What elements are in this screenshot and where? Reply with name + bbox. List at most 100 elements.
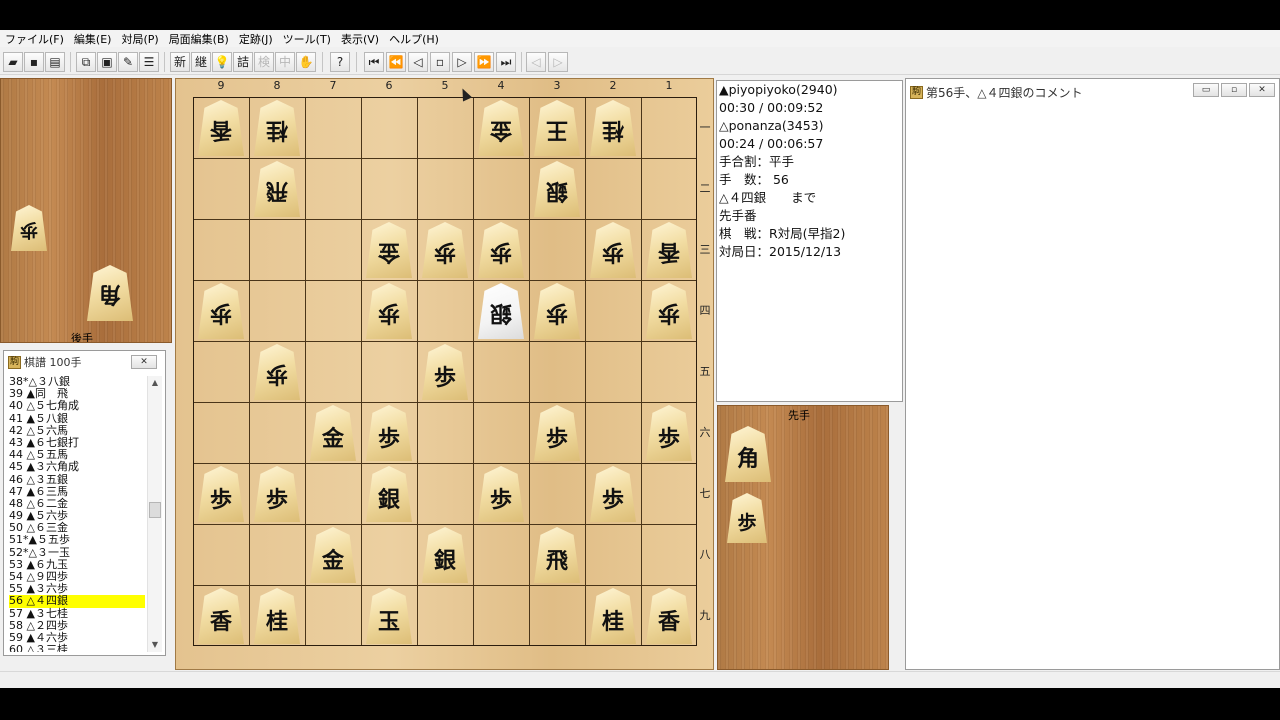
- sente-piece[interactable]: 桂: [590, 588, 636, 644]
- sente-piece[interactable]: 桂: [254, 588, 300, 644]
- comment-close-button[interactable]: ✕: [1249, 83, 1275, 97]
- menu-help[interactable]: ヘルプ(H): [384, 31, 444, 47]
- sente-hand-bishop[interactable]: 角: [725, 426, 771, 482]
- list-icon[interactable]: ☰: [139, 52, 159, 72]
- gote-piece[interactable]: 飛: [254, 161, 300, 217]
- gote-piece[interactable]: 桂: [590, 100, 636, 156]
- comment-text-area[interactable]: [906, 105, 1279, 669]
- kifu-scrollbar[interactable]: ▲ ▼: [147, 376, 162, 652]
- kifu-move-row[interactable]: 52*△３一玉: [9, 546, 145, 559]
- sente-piece[interactable]: 飛: [534, 527, 580, 583]
- gote-piece[interactable]: 歩: [422, 222, 468, 278]
- open-icon[interactable]: ▰: [3, 52, 23, 72]
- menu-position-edit[interactable]: 局面編集(B): [164, 31, 234, 47]
- forward-one-icon[interactable]: ▷: [452, 52, 472, 72]
- minimize-button[interactable]: ▭: [1193, 83, 1219, 97]
- menu-view[interactable]: 表示(V): [336, 31, 384, 47]
- new-game-button[interactable]: 新: [170, 52, 190, 72]
- gote-piece-stand[interactable]: 歩 角 後手: [0, 78, 172, 343]
- sente-piece[interactable]: 歩: [198, 466, 244, 522]
- kifu-close-button[interactable]: ✕: [131, 355, 157, 369]
- grid-line: [194, 402, 696, 403]
- sente-piece[interactable]: 歩: [478, 466, 524, 522]
- gote-piece[interactable]: 香: [198, 100, 244, 156]
- hint-icon[interactable]: 💡: [212, 52, 232, 72]
- first-move-icon[interactable]: ⏮: [364, 52, 384, 72]
- kifu-move-row[interactable]: 51*▲５五歩: [9, 534, 145, 546]
- print-icon[interactable]: ▤: [45, 52, 65, 72]
- gote-piece[interactable]: 銀: [478, 283, 524, 339]
- kifu-move-row[interactable]: 41 ▲５八銀: [9, 412, 145, 425]
- gote-piece[interactable]: 歩: [366, 283, 412, 339]
- gote-piece[interactable]: 歩: [198, 283, 244, 339]
- branch-forward-icon[interactable]: ▷: [548, 52, 568, 72]
- menu-file[interactable]: ファイル(F): [0, 31, 69, 47]
- piece-label: 歩: [433, 239, 456, 265]
- back-one-icon[interactable]: ◁: [408, 52, 428, 72]
- tsume-button[interactable]: 詰: [233, 52, 253, 72]
- kifu-move-row[interactable]: 40 △５七角成: [9, 400, 145, 412]
- sente-piece[interactable]: 銀: [366, 466, 412, 522]
- scroll-up-icon[interactable]: ▲: [148, 376, 162, 390]
- kifu-move-row[interactable]: 45 ▲３六角成: [9, 461, 145, 473]
- sente-piece[interactable]: 金: [310, 405, 356, 461]
- sente-piece[interactable]: 歩: [646, 405, 692, 461]
- grid-line: [194, 158, 696, 159]
- handicap: 手合割：平手: [719, 154, 795, 169]
- scroll-thumb[interactable]: [149, 502, 161, 518]
- kifu-move-row[interactable]: 60 △３三桂: [9, 643, 145, 652]
- sente-piece[interactable]: 金: [310, 527, 356, 583]
- gote-piece[interactable]: 歩: [590, 222, 636, 278]
- sente-piece[interactable]: 歩: [422, 344, 468, 400]
- resign-hand-icon[interactable]: ✋: [296, 52, 316, 72]
- sente-piece[interactable]: 玉: [366, 588, 412, 644]
- last-move-icon[interactable]: ⏭: [496, 52, 516, 72]
- menu-game[interactable]: 対局(P): [116, 31, 163, 47]
- gote-piece[interactable]: 歩: [534, 283, 580, 339]
- kifu-move-row[interactable]: 46 △３五銀: [9, 473, 145, 486]
- menu-edit[interactable]: 編集(E): [69, 31, 117, 47]
- sente-piece[interactable]: 香: [646, 588, 692, 644]
- kifu-move-row[interactable]: 57 ▲３七桂: [9, 607, 145, 620]
- copy-icon[interactable]: ⧉: [76, 52, 96, 72]
- sente-piece[interactable]: 歩: [366, 405, 412, 461]
- sente-piece-stand[interactable]: 先手 角 歩: [717, 405, 889, 670]
- menu-joseki[interactable]: 定跡(J): [234, 31, 278, 47]
- tool-icon[interactable]: ✎: [118, 52, 138, 72]
- back-ten-icon[interactable]: ⏪: [386, 52, 406, 72]
- analyze-button[interactable]: 検: [254, 52, 274, 72]
- stop-icon[interactable]: ▫: [430, 52, 450, 72]
- sente-piece[interactable]: 歩: [254, 466, 300, 522]
- gote-hand-pawn[interactable]: 歩: [11, 205, 47, 251]
- menu-bar: ファイル(F) 編集(E) 対局(P) 局面編集(B) 定跡(J) ツール(T)…: [0, 30, 1280, 47]
- menu-tools[interactable]: ツール(T): [278, 31, 336, 47]
- continue-button[interactable]: 継: [191, 52, 211, 72]
- sente-piece[interactable]: 歩: [534, 405, 580, 461]
- gote-piece[interactable]: 歩: [254, 344, 300, 400]
- gote-piece[interactable]: 王: [534, 100, 580, 156]
- row-number: 一: [699, 121, 711, 134]
- help-button[interactable]: ?: [330, 52, 350, 72]
- sente-piece[interactable]: 香: [198, 588, 244, 644]
- forward-ten-icon[interactable]: ⏩: [474, 52, 494, 72]
- gote-piece[interactable]: 金: [478, 100, 524, 156]
- paste-icon[interactable]: ▣: [97, 52, 117, 72]
- gote-piece[interactable]: 銀: [534, 161, 580, 217]
- sente-hand-pawn[interactable]: 歩: [727, 493, 767, 543]
- maximize-button[interactable]: ▫: [1221, 83, 1247, 97]
- branch-back-icon[interactable]: ◁: [526, 52, 546, 72]
- gote-piece[interactable]: 歩: [646, 283, 692, 339]
- kifu-list[interactable]: 38*△３八銀 39 ▲同 飛 40 △５七角成 41 ▲５八銀 42 △５六馬 43 ▲…: [9, 376, 145, 652]
- gote-piece[interactable]: 香: [646, 222, 692, 278]
- sente-piece[interactable]: 銀: [422, 527, 468, 583]
- save-icon[interactable]: ▪: [24, 52, 44, 72]
- scroll-down-icon[interactable]: ▼: [148, 638, 162, 652]
- gote-piece[interactable]: 歩: [478, 222, 524, 278]
- kifu-move-row[interactable]: 56 △４四銀: [9, 595, 145, 608]
- gote-hand-bishop[interactable]: 角: [87, 265, 133, 321]
- sente-piece[interactable]: 歩: [590, 466, 636, 522]
- gote-piece[interactable]: 桂: [254, 100, 300, 156]
- column-number: 4: [497, 79, 505, 92]
- gote-piece[interactable]: 金: [366, 222, 412, 278]
- interrupt-button[interactable]: 中: [275, 52, 295, 72]
